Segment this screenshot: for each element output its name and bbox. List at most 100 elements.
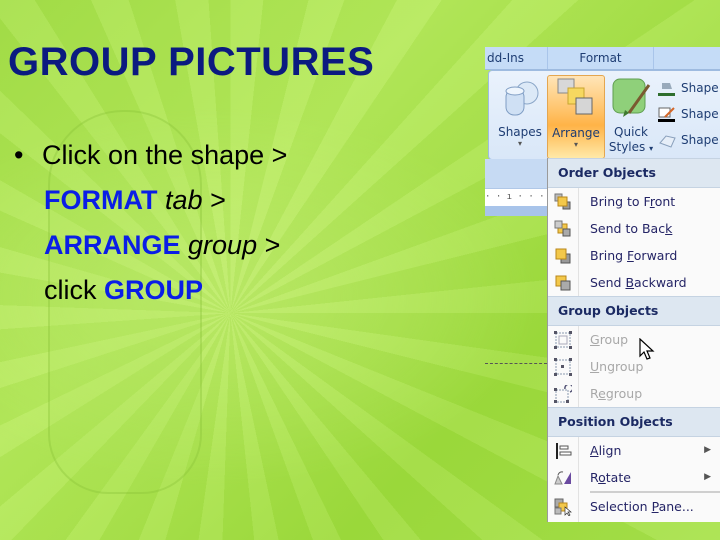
shapes-button[interactable]: Shapes ▾ [493, 75, 547, 157]
ungroup-icon [554, 358, 572, 376]
menu-label: ackward [634, 275, 687, 290]
mouse-pointer-icon [639, 338, 655, 360]
menu-label: lign [598, 443, 622, 458]
instruction-text: click [44, 275, 97, 305]
bring-forward-icon [555, 248, 571, 264]
instruction-arrow: > [210, 185, 226, 215]
menu-label: Send to Bac [590, 221, 666, 236]
dropdown-arrow-icon: ▾ [649, 144, 654, 153]
shape-effects-button[interactable]: Shape [657, 127, 719, 153]
slide-title: GROUP PICTURES [8, 40, 375, 84]
menu-accelerator: G [590, 332, 600, 347]
menu-label: Selection [590, 499, 652, 514]
keyword-arrange: ARRANGE [44, 230, 181, 260]
menu-accelerator: o [598, 470, 606, 485]
menu-label: R [590, 386, 599, 401]
menu-header-position-objects: Position Objects [548, 407, 720, 437]
regroup-icon [554, 385, 572, 403]
menu-item-send-to-back[interactable]: Send to Back [548, 215, 720, 242]
instruction-line-3: ARRANGE group > [8, 223, 287, 268]
send-to-back-icon [554, 220, 571, 237]
menu-label: orward [633, 248, 678, 263]
menu-label: ane... [658, 499, 694, 514]
menu-item-bring-forward[interactable]: Bring Forward [548, 242, 720, 269]
submenu-arrow-icon: ▶ [704, 445, 711, 455]
bring-to-front-icon [554, 193, 571, 210]
shape-effects-label: Shape [681, 133, 719, 147]
menu-item-rotate[interactable]: Rotate ▶ [548, 464, 720, 491]
quick-styles-icon [612, 78, 651, 117]
ruler-band [485, 159, 547, 188]
menu-item-regroup[interactable]: Regroup [548, 380, 720, 407]
instruction-list: • Click on the shape > FORMAT tab > ARRAN… [8, 133, 287, 313]
menu-label: ont [654, 194, 676, 209]
instruction-line-2: FORMAT tab > [8, 178, 287, 223]
align-icon [556, 443, 572, 459]
arrange-button[interactable]: Arrange ▾ [547, 75, 605, 159]
menu-label: tate [605, 470, 631, 485]
menu-accelerator: B [625, 275, 635, 290]
shapes-icon [505, 81, 539, 116]
keyword-format: FORMAT [44, 185, 158, 215]
submenu-arrow-icon: ▶ [704, 472, 711, 482]
arrange-dropdown-menu: Order Objects Bring to Front Send to Bac… [547, 158, 720, 522]
dropdown-arrow-icon: ▾ [517, 139, 522, 148]
group-icon [554, 331, 572, 349]
instruction-emphasis: group [188, 230, 258, 260]
ruler: · · ı · · · 8 [485, 188, 547, 207]
selection-pane-icon [554, 498, 572, 516]
instruction-line-1: • Click on the shape > [8, 133, 287, 178]
instruction-emphasis: tab [165, 185, 203, 215]
menu-accelerator: A [590, 443, 599, 458]
send-backward-icon [555, 275, 571, 291]
menu-label: group [605, 386, 643, 401]
menu-accelerator: e [598, 386, 606, 401]
menu-label: Send [590, 275, 626, 290]
menu-item-send-backward[interactable]: Send Backward [548, 269, 720, 296]
menu-item-ungroup[interactable]: Ungroup [548, 353, 720, 380]
shape-outline-label: Shape [681, 107, 719, 121]
quick-styles-label: Quick Styles ▾ [604, 125, 658, 156]
shapes-label: Shapes [498, 125, 542, 139]
menu-label: Bring to F [590, 194, 650, 209]
tab-format[interactable]: Format [547, 47, 654, 69]
menu-item-group[interactable]: Group [548, 326, 720, 353]
dropdown-arrow-icon: ▾ [573, 140, 578, 149]
menu-item-bring-to-front[interactable]: Bring to Front [548, 188, 720, 215]
instruction-line-4: click GROUP [8, 268, 287, 313]
menu-item-selection-pane[interactable]: Selection Pane... [548, 493, 720, 520]
quick-styles-label-line1: Quick [614, 125, 648, 139]
keyword-group: GROUP [104, 275, 204, 305]
arrange-icon [557, 78, 593, 115]
menu-header-group-objects: Group Objects [548, 296, 720, 326]
menu-accelerator: P [651, 499, 659, 514]
menu-label: R [590, 470, 599, 485]
dashed-guide-line [485, 363, 547, 364]
quick-styles-button[interactable]: Quick Styles ▾ [604, 75, 658, 157]
rotate-icon [554, 471, 571, 485]
paint-bucket-icon [658, 82, 675, 96]
arrange-label: Arrange [552, 126, 600, 140]
pencil-outline-icon [658, 106, 675, 122]
menu-accelerator: k [665, 221, 673, 236]
tab-add-ins[interactable]: dd-Ins [487, 51, 524, 65]
menu-label: Bring [590, 248, 628, 263]
menu-accelerator: F [627, 248, 634, 263]
shape-outline-button[interactable]: Shape [657, 101, 719, 127]
shape-effects-icon [659, 134, 676, 148]
bullet-marker: • [14, 140, 24, 170]
ruler-band-lower [485, 206, 547, 216]
menu-accelerator: U [590, 359, 600, 374]
menu-header-order-objects: Order Objects [548, 158, 720, 188]
ribbon-panel: Shapes ▾ Arrange ▾ QuickStyles ▾ Shape [488, 70, 720, 160]
shape-fill-label: Shape [681, 81, 719, 95]
quick-styles-label-line2: Styles [608, 140, 646, 154]
instruction-text: Click on the shape > [42, 140, 288, 170]
menu-label: roup [599, 332, 629, 347]
ribbon-tab-bar: dd-Ins Format [485, 47, 720, 70]
menu-label: ngroup [599, 359, 644, 374]
shape-fill-button[interactable]: Shape [657, 75, 719, 101]
instruction-arrow: > [264, 230, 281, 260]
menu-item-align[interactable]: Align ▶ [548, 437, 720, 464]
shape-format-buttons: Shape Shape Shape [657, 75, 719, 153]
